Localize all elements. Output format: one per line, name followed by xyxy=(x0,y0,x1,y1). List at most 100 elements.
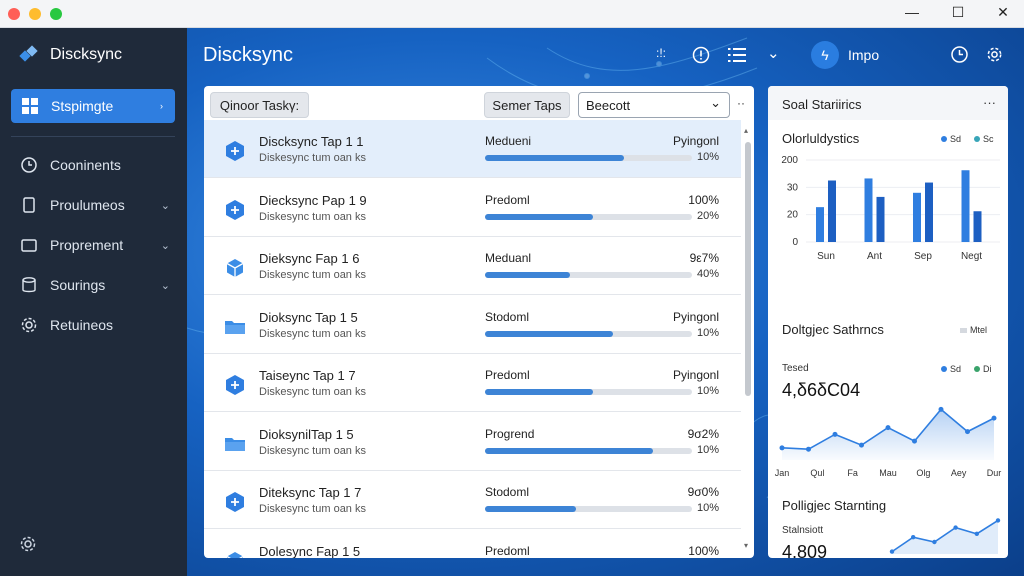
section3-title: Polligjec Starnting xyxy=(782,498,887,513)
folder-icon xyxy=(224,316,246,338)
sidebar-item-proulumeos[interactable]: Proulumeos ⌄ xyxy=(20,193,170,217)
data-point xyxy=(889,549,895,554)
code-icon[interactable]: :!: xyxy=(656,46,666,60)
sidebar-item-retuineos[interactable]: Retuineos xyxy=(20,313,170,337)
area-fill xyxy=(782,409,994,460)
data-point xyxy=(995,518,1001,523)
task-progress-bar xyxy=(485,506,692,512)
search-tasks-button[interactable]: Semer Taps xyxy=(484,92,570,118)
scrollbar-thumb[interactable] xyxy=(745,142,751,396)
stats-panel: Soal Stariirics ··· Olorluldystics Sd Sc… xyxy=(768,86,1008,558)
task-name: Diteksync Tap 1 7 xyxy=(259,485,362,500)
more-icon[interactable]: ·· xyxy=(737,96,745,110)
window-close-button[interactable]: ✕ xyxy=(993,4,1013,21)
window-titlebar: — ☐ ✕ xyxy=(0,0,1024,28)
main-area: Discksync :!: ⌄ ϟ Impo Qinoor Taskγ: Sem… xyxy=(187,28,1024,576)
y-tick-label: 30 xyxy=(787,182,799,193)
scrollbar[interactable]: ▴ ▾ xyxy=(744,126,752,550)
task-status: Meduanl xyxy=(485,251,532,265)
shield-icon xyxy=(224,374,246,396)
x-tick-label: Aey xyxy=(951,468,967,478)
chart1-title: Olorluldystics xyxy=(782,131,860,146)
y-tick-label: 200 xyxy=(781,155,798,166)
x-tick-label: Negt xyxy=(961,251,982,262)
chart1-legend-sc: Sc xyxy=(974,134,994,144)
section2-legend-sd: Sd xyxy=(941,364,961,374)
brand[interactable]: Discksync xyxy=(18,44,122,66)
section3-label: Stalnsiott xyxy=(782,525,824,536)
x-tick-label: Qul xyxy=(810,468,824,478)
window-maximize-button[interactable]: ☐ xyxy=(948,4,968,21)
chevron-right-icon: › xyxy=(160,101,163,111)
document-icon xyxy=(23,197,35,213)
task-percent: 20% xyxy=(696,209,719,222)
clock-icon xyxy=(21,157,37,173)
database-icon xyxy=(22,277,36,293)
task-type: Pyingonl xyxy=(672,309,719,324)
task-name: Taiseync Tap 1 7 xyxy=(259,368,356,383)
task-status: Predoml xyxy=(485,368,530,382)
bar xyxy=(913,192,921,242)
gear-icon[interactable] xyxy=(986,46,1003,63)
task-row[interactable]: Dioksync Tap 1 5 Diskesync tum oan ks Stod… xyxy=(204,296,741,354)
bar xyxy=(973,211,982,242)
bar xyxy=(864,178,873,242)
section2-label: Tesed xyxy=(782,363,809,374)
sidebar-item-cooninents[interactable]: Cooninents xyxy=(20,153,170,177)
clock-icon[interactable] xyxy=(950,45,969,64)
task-status: Medueni xyxy=(485,134,532,148)
filter-select-value: Beecott xyxy=(586,97,631,113)
bar-chart: 0 20 30 200 Sun Ant Sep Negt xyxy=(781,155,1000,262)
scroll-up-icon[interactable]: ▴ xyxy=(744,126,748,135)
task-subtitle: Diskesync tum oan ks xyxy=(259,386,366,398)
area-chart: Jan Qul Fa Mau Olg Aey Dur xyxy=(775,406,1001,478)
task-row[interactable]: Discksync Tap 1 1 Diskesync tum oan ks Med… xyxy=(204,120,741,178)
user-name[interactable]: Impo xyxy=(848,47,879,63)
alert-icon[interactable] xyxy=(692,46,710,64)
task-progress-bar xyxy=(485,155,692,161)
sidebar-item-label: Proulumeos xyxy=(50,197,125,213)
x-tick-label: Fa xyxy=(847,468,858,478)
window-minimize-button[interactable]: — xyxy=(902,4,922,20)
grid-icon xyxy=(22,98,38,114)
bar xyxy=(876,196,885,242)
task-progress-bar xyxy=(485,272,692,278)
task-status: Stodoml xyxy=(485,309,530,324)
scroll-down-icon[interactable]: ▾ xyxy=(744,541,748,550)
close-traffic-light[interactable] xyxy=(8,8,20,20)
logo-icon xyxy=(19,45,38,62)
folder-icon xyxy=(224,433,246,455)
task-row[interactable]: Dieksync Fap 1 6 Diskesync tum oan ks Medu… xyxy=(204,237,741,295)
task-type: 9σ2% xyxy=(687,426,719,441)
chevron-down-icon[interactable]: ⌄ xyxy=(767,44,780,62)
task-percent: 10% xyxy=(696,326,719,339)
folder-icon xyxy=(21,239,37,252)
sidebar-item-active[interactable]: Stspimgte › xyxy=(11,89,175,123)
task-progress-bar xyxy=(485,213,692,220)
chevron-down-icon: ⌄ xyxy=(710,95,721,110)
task-row[interactable]: Diteksync Tap 1 7 Diskesync tum oan ks Sto… xyxy=(204,471,741,529)
zoom-traffic-light[interactable] xyxy=(50,8,62,20)
task-progress-fill xyxy=(485,389,593,395)
list-icon[interactable] xyxy=(728,47,746,63)
minimize-traffic-light[interactable] xyxy=(29,8,41,20)
task-row[interactable]: Dolesync Fap 1 5Diskesync tum oan ksPred… xyxy=(204,530,741,558)
settings-icon[interactable] xyxy=(19,535,37,553)
filter-select[interactable]: Beecott ⌄ xyxy=(578,92,730,118)
more-icon[interactable]: ··· xyxy=(983,95,996,110)
task-status: Predoml xyxy=(485,192,530,207)
task-type: 9σ0% xyxy=(687,485,719,499)
lightning-icon[interactable]: ϟ xyxy=(811,41,839,69)
task-progress-fill xyxy=(485,330,614,337)
page-title: Discksync xyxy=(203,44,294,66)
sidebar-item-proprement[interactable]: Proprement ⌄ xyxy=(20,233,170,257)
x-tick-label: Jan xyxy=(775,468,790,478)
sidebar-item-sourings[interactable]: Sourings ⌄ xyxy=(20,273,170,297)
task-row[interactable]: Diecksync Pap 1 9 Diskesync tum oan ks Pre… xyxy=(204,179,741,237)
sidebar: Discksync Stspimgte › Cooninents Proulum… xyxy=(0,28,187,576)
task-row[interactable]: DioksynilTap 1 5 Diskesync tum oan ks Prog… xyxy=(204,413,741,471)
data-point xyxy=(911,535,916,540)
data-point xyxy=(832,431,838,437)
task-row[interactable]: Taiseync Tap 1 7 Diskesync tum oan ks Pred… xyxy=(204,354,741,412)
quick-tasks-button[interactable]: Qinoor Taskγ: xyxy=(210,92,309,118)
